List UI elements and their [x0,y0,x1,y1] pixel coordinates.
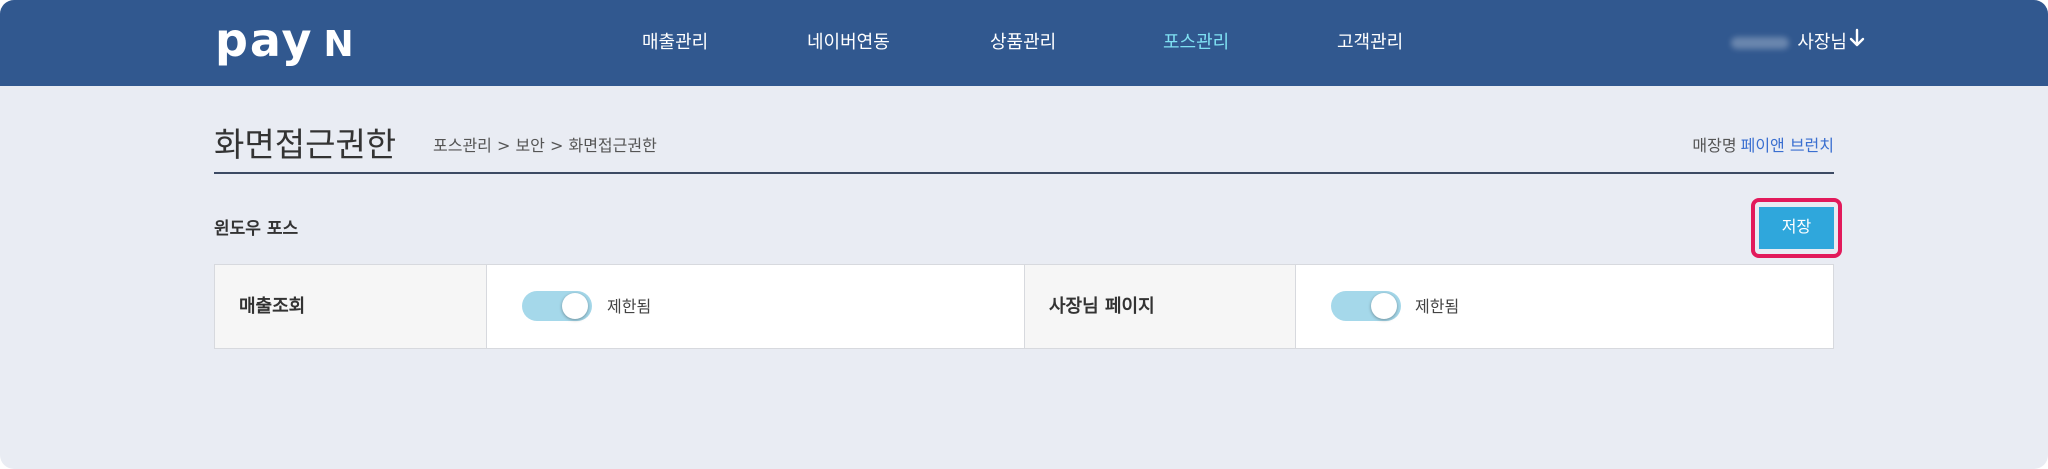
owner-page-status: 제한됨 [1415,297,1460,316]
nav-item-naver-link[interactable]: 네이버연동 [807,0,890,86]
permission-value-owner-page: 제한됨 [1296,265,1833,348]
blurred-user-name [1731,37,1790,49]
arrow-down-icon[interactable] [1849,0,1865,86]
nav-item-sales[interactable]: 매출관리 [642,0,708,86]
owner-page-toggle[interactable] [1331,291,1401,321]
save-button[interactable]: 저장 [1759,207,1834,249]
nav-item-pos-management[interactable]: 포스관리 [1163,0,1229,86]
user-menu[interactable]: 사장님 [1731,0,1865,86]
app-window: pay N 매출관리 네이버연동 상품관리 포스관리 고객관리 사장님 화면접근권… [0,0,2048,469]
sales-view-status: 제한됨 [607,297,652,316]
page-header: 화면접근권한 포스관리 > 보안 > 화면접근권한 매장명 페이앤 브런치 [214,110,1834,174]
toggle-knob [562,293,588,319]
logo-pay-text: pay [215,13,314,67]
nav-item-customers[interactable]: 고객관리 [1337,0,1403,86]
nav-item-products[interactable]: 상품관리 [990,0,1056,86]
section-title: 윈도우 포스 [214,219,299,239]
logo-n-text: N [323,24,355,65]
breadcrumb: 포스관리 > 보안 > 화면접근권한 [433,136,657,155]
store-info: 매장명 페이앤 브런치 [1692,132,1834,156]
store-label: 매장명 [1692,136,1737,155]
permission-table: 매출조회 제한됨 사장님 페이지 제한됨 [214,264,1834,349]
store-name: 페이앤 브런치 [1740,136,1834,155]
page-title: 화면접근권한 [214,125,397,164]
permission-value-sales-view: 제한됨 [487,265,1037,348]
user-label: 사장님 [1797,32,1847,53]
toggle-knob [1371,293,1397,319]
permission-label-sales-view: 매출조회 [215,265,486,348]
top-navigation-bar: pay N 매출관리 네이버연동 상품관리 포스관리 고객관리 사장님 [0,0,2048,86]
sales-view-toggle[interactable] [522,291,592,321]
payn-logo[interactable]: pay N [215,12,355,68]
permission-label-owner-page: 사장님 페이지 [1025,265,1295,348]
